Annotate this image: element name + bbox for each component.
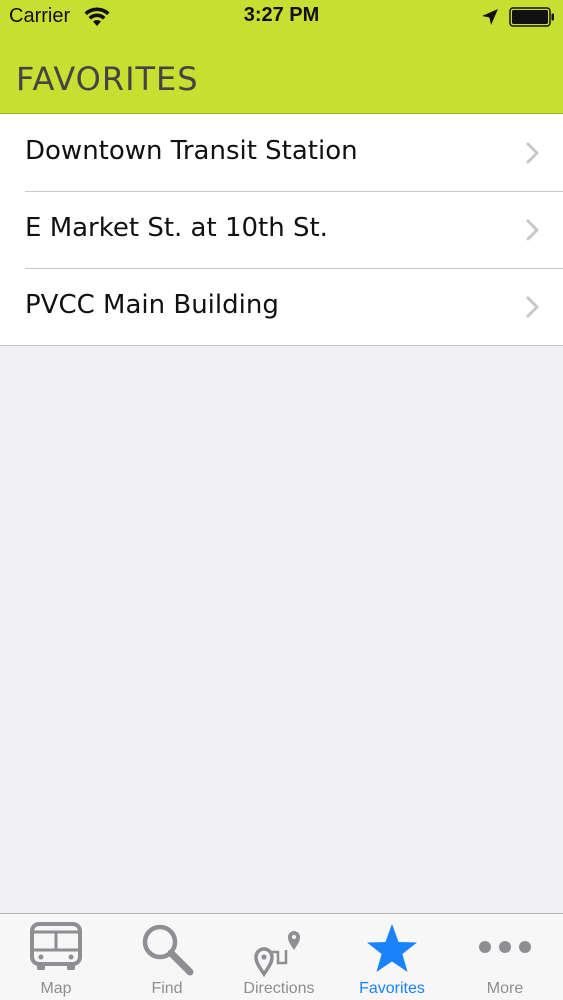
location-arrow-icon xyxy=(482,9,498,25)
tab-map[interactable]: Map xyxy=(0,914,112,1000)
battery-icon xyxy=(509,7,554,27)
star-icon xyxy=(367,924,417,972)
tab-label: Favorites xyxy=(359,980,425,997)
list-item-label: Downtown Transit Station xyxy=(25,136,358,166)
header: Carrier 3:27 PM FAVORITES xyxy=(0,0,563,114)
more-icon xyxy=(479,941,531,953)
list-item-label: PVCC Main Building xyxy=(25,290,279,320)
chevron-right-icon xyxy=(526,296,539,318)
tab-favorites[interactable]: Favorites xyxy=(336,914,448,1000)
tab-more[interactable]: More xyxy=(449,914,561,1000)
list-item-label: E Market St. at 10th St. xyxy=(25,213,328,243)
page-title: FAVORITES xyxy=(16,60,199,98)
favorites-list: Downtown Transit Station E Market St. at… xyxy=(0,114,563,346)
status-bar: Carrier 3:27 PM xyxy=(0,0,563,36)
tab-label: Find xyxy=(151,980,183,997)
bus-icon xyxy=(30,922,82,970)
tab-label: Directions xyxy=(243,980,315,997)
tab-directions[interactable]: Directions xyxy=(223,914,335,1000)
list-item[interactable]: PVCC Main Building xyxy=(0,268,563,345)
list-item[interactable]: Downtown Transit Station xyxy=(0,114,563,191)
chevron-right-icon xyxy=(526,142,539,164)
tab-bar: Map Find Directions Favorites More xyxy=(0,913,563,1000)
tab-label: More xyxy=(486,980,524,997)
list-item[interactable]: E Market St. at 10th St. xyxy=(0,191,563,268)
search-icon xyxy=(142,924,194,976)
tab-label: Map xyxy=(40,980,72,997)
status-time: 3:27 PM xyxy=(243,4,320,26)
chevron-right-icon xyxy=(526,219,539,241)
directions-icon xyxy=(254,931,300,978)
tab-find[interactable]: Find xyxy=(111,914,223,1000)
